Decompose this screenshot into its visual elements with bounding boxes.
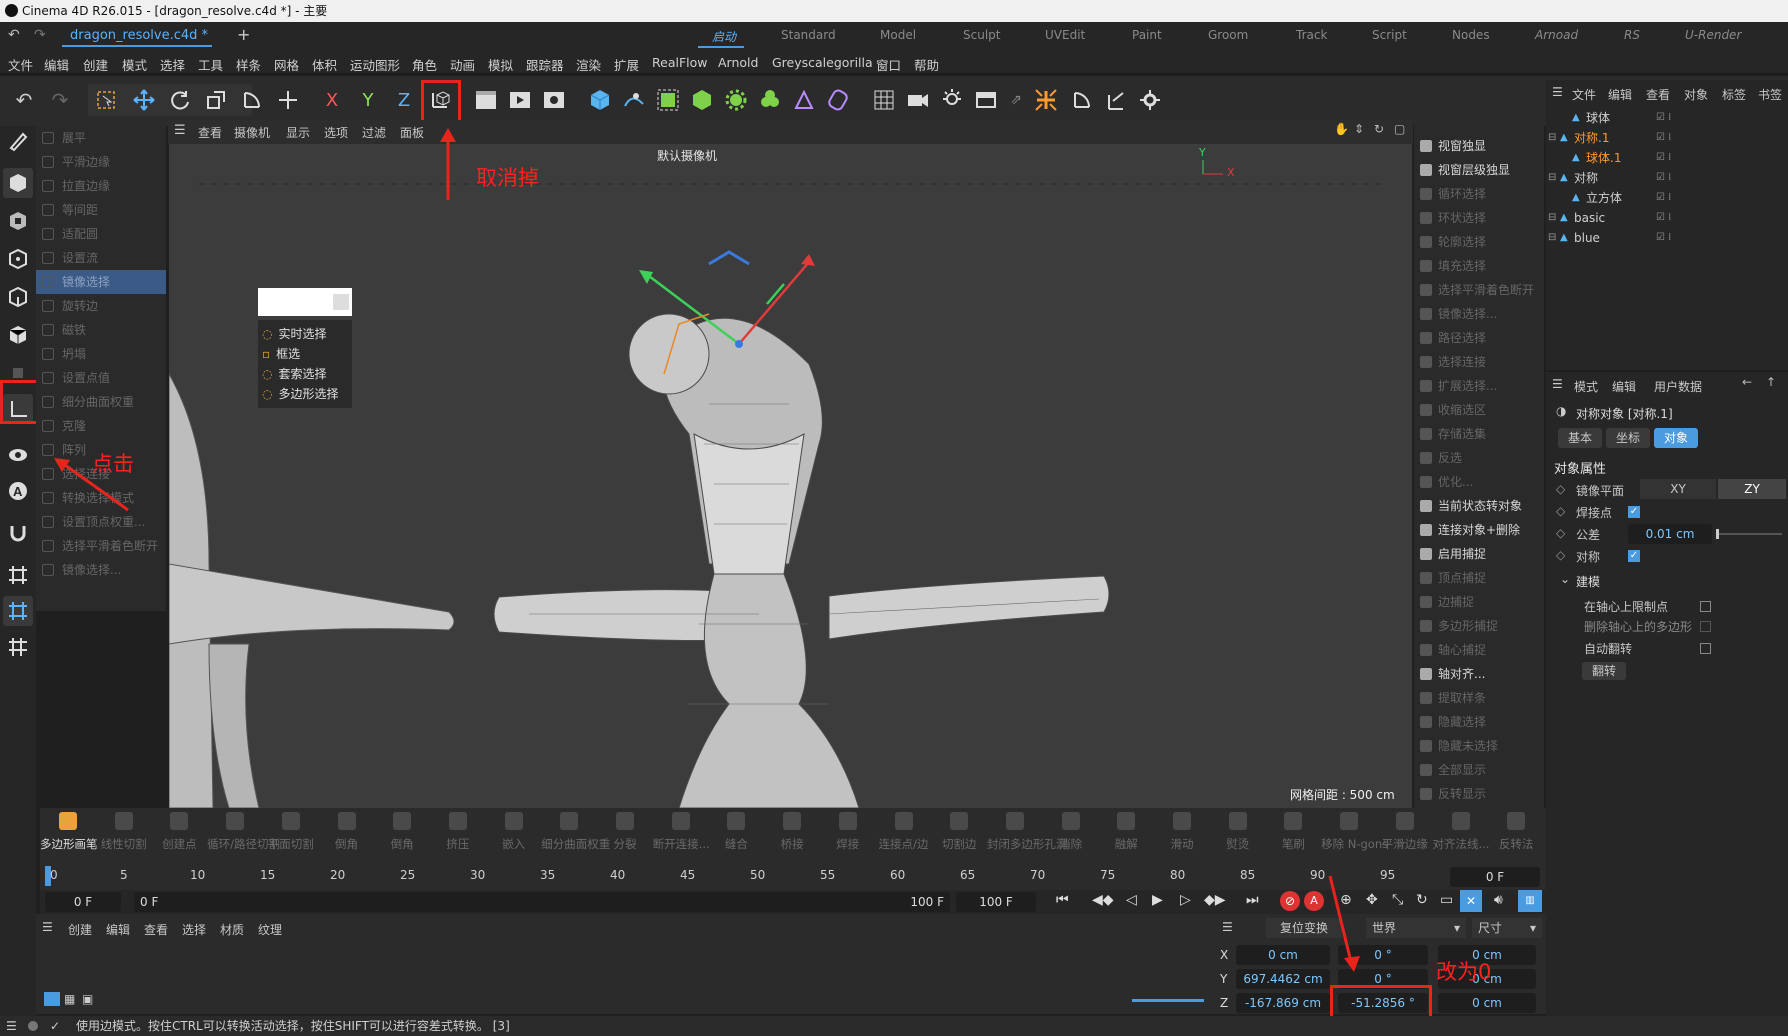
annotation-change-to-zero: 改为0 <box>1436 960 1492 984</box>
annotation-click: 点击 <box>92 452 134 476</box>
annotation-arrows <box>54 128 1360 972</box>
